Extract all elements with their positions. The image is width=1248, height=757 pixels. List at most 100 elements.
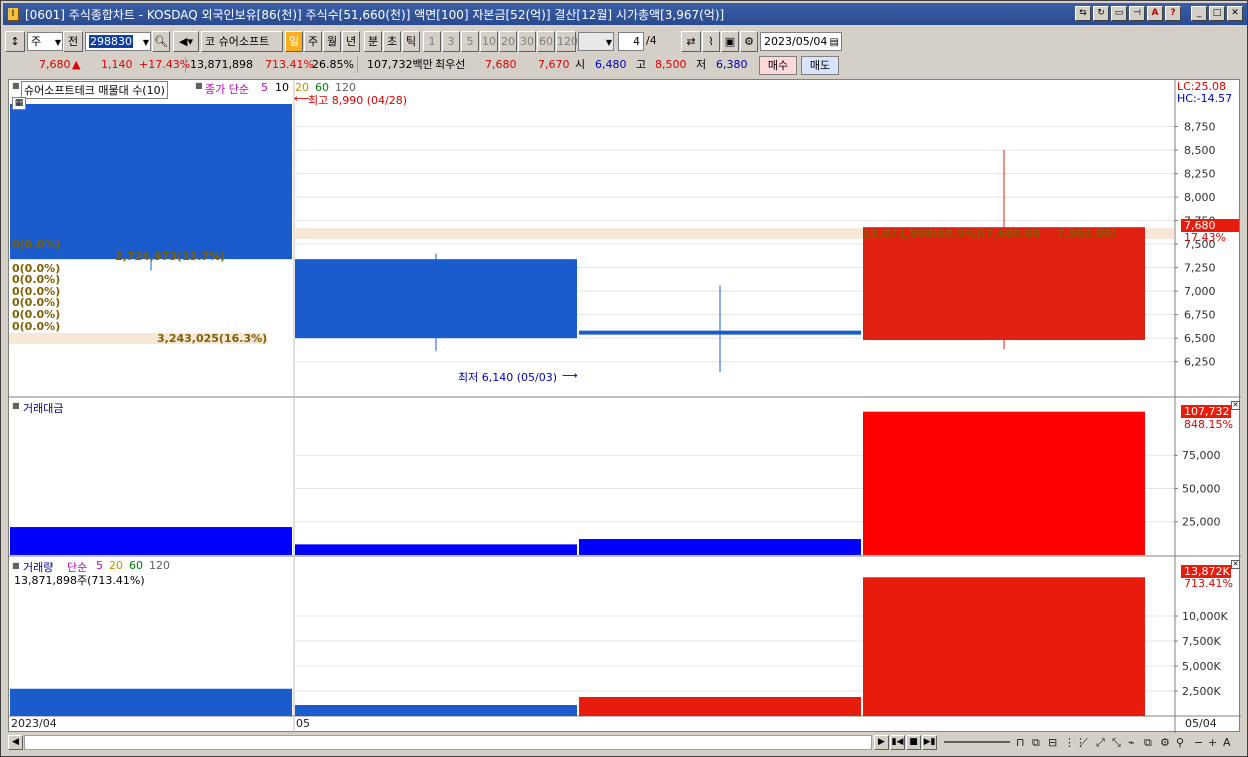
close-icon[interactable]: ✕ [1227, 6, 1243, 21]
settings-icon[interactable]: ⚙ [1160, 735, 1170, 750]
buy-button[interactable]: 매수 [759, 56, 797, 75]
zoom-icon[interactable]: ⚲ [1176, 735, 1184, 750]
scroll-track[interactable] [24, 735, 872, 750]
period-month[interactable]: 월 [323, 31, 341, 52]
zoom-out-icon[interactable]: − [1194, 735, 1203, 750]
speaker-icon[interactable]: ◀▾ [173, 31, 199, 52]
y-tick-label: 8,750 [1184, 121, 1216, 134]
period-tick[interactable]: 틱 [402, 31, 420, 52]
period-day[interactable]: 일 [285, 31, 303, 52]
prev-button[interactable]: 전 [63, 31, 83, 52]
zoom-slider[interactable] [944, 741, 1010, 743]
scroll-left-icon[interactable]: ◀ [8, 735, 23, 750]
y-tick-label: 75,000 [1182, 449, 1221, 462]
copy-icon[interactable]: ⧉ [1144, 735, 1152, 750]
step-forward-icon[interactable]: ▶▮ [922, 735, 937, 750]
vp-label-3: 13,871,898(69.9%)(7,680.00 ~ 7,562.00) [863, 227, 1117, 240]
interval-5[interactable]: 5 [461, 31, 479, 52]
page-input[interactable]: 4 [618, 32, 644, 51]
x-axis-right-label: 05/04 [1185, 717, 1217, 730]
low-marker-arrow-icon: ⟶ [562, 369, 578, 382]
chart-area[interactable]: 8,7508,5008,2508,0007,7507,5007,2507,000… [8, 79, 1241, 733]
trend-line-icon[interactable]: ⤢ [1096, 735, 1105, 750]
minimize-icon[interactable]: _ [1191, 6, 1207, 21]
y-tick-label: 8,250 [1184, 168, 1216, 181]
amount-panel-title[interactable]: 거래대금 [23, 400, 63, 416]
date-input[interactable]: 2023/05/04 ▤ [760, 32, 842, 51]
ma-10: 10 [275, 81, 289, 94]
volume-ma-5: 5 [96, 559, 103, 572]
volume-bar [579, 697, 861, 716]
page-total: /4 [646, 34, 657, 47]
stock-name-button[interactable]: 코 슈어소프트 [201, 31, 283, 52]
swap-icon[interactable]: ⇄ [681, 31, 701, 52]
period-week[interactable]: 주 [304, 31, 322, 52]
calendar-icon[interactable]: ▤ [830, 34, 839, 51]
kind-select-value: 주 [31, 35, 42, 48]
period-second[interactable]: 초 [383, 31, 401, 52]
annotate-icon[interactable]: ⌁ [1128, 735, 1135, 750]
layout-icon[interactable]: ⧉ [1032, 735, 1040, 750]
draw-icon[interactable]: ⤡ [1112, 735, 1121, 750]
interval-20[interactable]: 20 [499, 31, 517, 52]
grid-icon[interactable]: ▦ [12, 97, 26, 110]
candle-body [10, 104, 292, 260]
period-year[interactable]: 년 [342, 31, 360, 52]
interval-30[interactable]: 30 [518, 31, 536, 52]
font-icon[interactable]: A [1147, 6, 1163, 21]
trend-icon[interactable]: ⟋ [1080, 735, 1088, 750]
window-icon[interactable]: ▭ [1111, 6, 1127, 21]
title-bar[interactable]: I [0601] 주식종합차트 - KOSDAQ 외국인보유[86(천)] 주식… [3, 3, 1247, 25]
interval-3[interactable]: 3 [442, 31, 460, 52]
maximize-icon[interactable]: □ [1209, 6, 1225, 21]
best-bid: 7,670 [538, 58, 570, 71]
amount-pct: 848.15% [1184, 418, 1233, 431]
interval-60[interactable]: 60 [537, 31, 555, 52]
y-tick-label: 10,000K [1182, 610, 1228, 623]
vp-zero-label: 0(0.0%) [12, 238, 61, 251]
kind-select[interactable]: 주 ▼ [27, 32, 63, 51]
pin-icon[interactable]: ⊣ [1129, 6, 1145, 21]
refresh-icon[interactable]: ↻ [1093, 6, 1109, 21]
zoom-in-icon[interactable]: + [1208, 735, 1217, 750]
best-ask: 7,680 [485, 58, 517, 71]
link-icon[interactable]: ⇆ [1075, 6, 1091, 21]
sell-button[interactable]: 매도 [801, 56, 839, 75]
hc-label: HC:-14.57 [1177, 92, 1233, 105]
app-icon: I [7, 7, 19, 21]
interval-10[interactable]: 10 [480, 31, 498, 52]
ma-label: 종가 단순 [205, 83, 249, 96]
price-panel-title[interactable]: 슈어소프트테크 매물대 수(10) [21, 81, 168, 99]
search-icon[interactable]: 🔍︎ [152, 31, 170, 52]
chart-line-icon[interactable]: ⌇ [702, 31, 720, 52]
text-size-icon[interactable]: A [1223, 735, 1231, 750]
interval-1[interactable]: 1 [423, 31, 441, 52]
panel-close-icon[interactable]: ✕ [1231, 560, 1240, 569]
main-window: I [0601] 주식종합차트 - KOSDAQ 외국인보유[86(천)] 주식… [0, 0, 1248, 757]
panel-close-icon[interactable]: ✕ [1231, 401, 1240, 410]
zoom-handle-icon[interactable]: ⊓ [1016, 735, 1025, 750]
vp-zero-label: 0(0.0%) [12, 320, 61, 333]
help-icon[interactable]: ? [1165, 6, 1181, 21]
interval-select[interactable]: ▼ [578, 32, 614, 51]
volume-bar [295, 705, 577, 716]
toolbar: ↕ 주 ▼ 전 298830 ▼ 🔍︎ ◀▾ 코 슈어소프트 일 주 월 년 분… [5, 31, 1245, 53]
period-minute[interactable]: 분 [364, 31, 382, 52]
play-icon[interactable]: ▶ [874, 735, 889, 750]
y-tick-label: 7,000 [1184, 285, 1216, 298]
interval-120[interactable]: 120 [556, 31, 578, 52]
date-value: 2023/05/04 [764, 35, 828, 48]
y-tick-label: 50,000 [1182, 482, 1221, 495]
step-back-icon[interactable]: ▮◀ [890, 735, 905, 750]
save-icon[interactable]: ▣ [721, 31, 739, 52]
stop-icon[interactable]: ■ [906, 735, 921, 750]
quote-bar: 7,680 ▲ 1,140 +17.43% 13,871,898 713.41%… [5, 55, 1245, 75]
open-label: 시 [575, 58, 586, 71]
code-input[interactable]: 298830 ▼ [85, 32, 151, 51]
layout-split-icon[interactable]: ⊟ [1048, 735, 1057, 750]
sync-icon[interactable]: ↕ [5, 31, 25, 52]
gear-icon[interactable]: ⚙ [740, 31, 758, 52]
amount-bar [863, 411, 1145, 555]
volume-ma-20: 20 [109, 559, 123, 572]
amount-bar [10, 527, 292, 555]
